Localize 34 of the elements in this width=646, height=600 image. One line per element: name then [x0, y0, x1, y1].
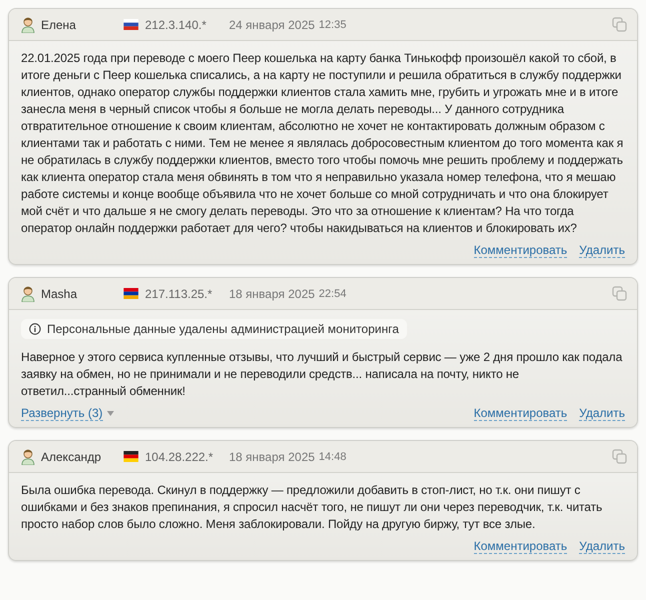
delete-link[interactable]: Удалить: [579, 406, 625, 421]
ip-address: 104.28.222.*: [145, 450, 214, 464]
review-time: 22:54: [318, 288, 346, 300]
comment-link[interactable]: Комментировать: [474, 406, 568, 421]
expand-link[interactable]: Развернуть (3): [21, 406, 103, 421]
review-date: 18 января 2025: [229, 286, 315, 300]
info-icon: [29, 323, 41, 335]
comment-link[interactable]: Комментировать: [474, 243, 568, 258]
review-text: Была ошибка перевода. Скинул в поддержку — предложили добавить в стоп-лист, но т.к. они пишут с ошибками и без знаков препинания, я спросил насчёт того, не пишут ли они через переводчик, т.к. читать просто набор слов было сложно. Меня заблокировали. Пойду на другую биржу, тут все злые.: [21, 482, 604, 533]
caret-icon: [106, 411, 114, 416]
user-icon: [21, 286, 35, 302]
review-date: 24 января 2025: [229, 18, 315, 32]
user-icon: [21, 16, 35, 32]
user-icon: [21, 448, 35, 464]
author-name: Елена: [41, 18, 77, 32]
delete-link[interactable]: Удалить: [579, 539, 625, 554]
review-text: Наверное у этого сервиса купленные отзывы, что лучший и быстрый сервис — уже 2 дня прошло как подала заявку на обмен, но не принимали и не переводили средств... написала на почту, никто не ответил...странный обменник!: [21, 349, 624, 400]
review-time: 14:48: [318, 450, 346, 462]
delete-link[interactable]: Удалить: [579, 243, 625, 258]
author-name: Masha: [41, 286, 78, 300]
author-name: Александр: [41, 450, 102, 464]
flag-icon: [123, 288, 139, 299]
review-date: 18 января 2025: [229, 450, 315, 464]
comment-link[interactable]: Комментировать: [474, 539, 568, 554]
ip-address: 212.3.140.*: [145, 18, 208, 32]
copy-icon[interactable]: [612, 286, 627, 301]
copy-icon[interactable]: [612, 17, 627, 32]
copy-icon[interactable]: [612, 449, 627, 464]
review-text: 22.01.2025 года при переводе с моего Пеер кошелька на карту банка Тинькофф произошёл какой то сбой, в итоге деньги с Пеер кошелька списались, а на карту не поступили и решила обратиться в службу поддержки клиентов, однако оператор службы поддержки клиентов стала хамить мне, грубить и угрожать мне и в итоге занесла меня в черный список чтобы я больше не могла делать переводы... У данного сотрудника отвратительное отношение к своим клиентам, абсолютно не хочет не контактировать должным образом с клиентами так и работать с ними. Тем не менее я являлась добросовестным клиентом до того момента как я не обратилась в службу поддержки клиентов, вместо того чтобы помочь мне решить проблему и поддержать как клиента оператор стала меня обвинять в том что я неправильно указала номер телефона, что я мешаю работе системы и конце вообще объявила что не хочет больше со мной сотрудничать и что она блокирует мой счёт и что дальше я не смогу делать переводы. Это что за отношение к клиентам? На что тогда оператор онлайн поддержки работает для чего? чтобы накидываться на клиентов и блокировать их?: [21, 50, 624, 237]
review-time: 12:35: [318, 18, 346, 30]
flag-icon: [123, 19, 139, 30]
ip-address: 217.113.25.*: [145, 286, 214, 300]
notice-text: Персональные данные удалены администрацией мониторинга: [47, 322, 399, 336]
flag-icon: [123, 451, 139, 462]
